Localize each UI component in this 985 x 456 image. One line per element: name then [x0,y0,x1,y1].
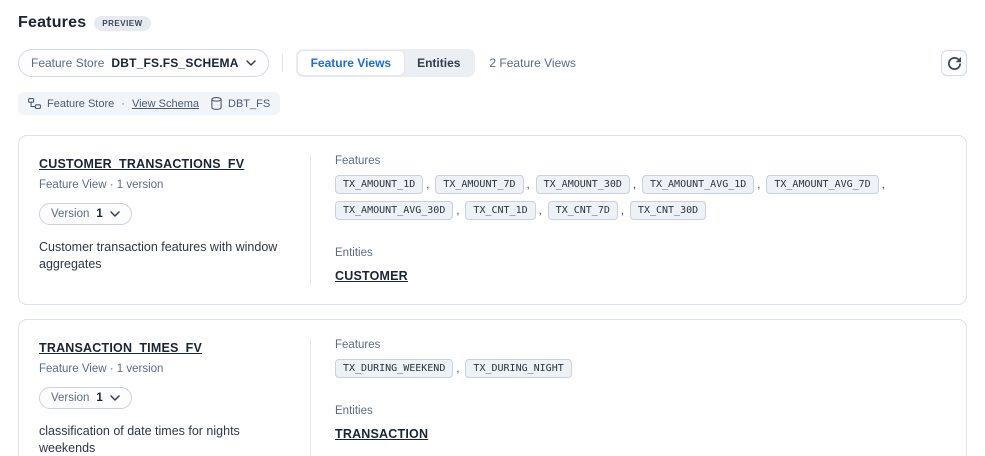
feature-chip: TX_AMOUNT_AVG_30D [335,201,453,220]
breadcrumb: Feature Store · View Schema DBT_FS [18,92,280,115]
entity-link[interactable]: CUSTOMER [335,269,408,283]
feature-chip: TX_CNT_1D [465,201,535,220]
chip-separator: , [539,205,542,217]
preview-badge: PREVIEW [94,16,150,31]
feature-chip: TX_CNT_7D [548,201,618,220]
entities-list: TRANSACTION [335,425,942,443]
entity-link[interactable]: TRANSACTION [335,427,428,441]
tab-feature-views[interactable]: Feature Views [298,51,404,75]
feature-chip: TX_AMOUNT_7D [435,175,523,194]
chip-separator: , [633,179,636,191]
card-detail-column: Features TX_DURING_WEEKEND, TX_DURING_NIG… [311,339,966,456]
feature-view-title-link[interactable]: CUSTOMER_TRANSACTIONS_FV [39,157,244,171]
feature-chip: TX_AMOUNT_AVG_1D [642,175,754,194]
features-chip-list: TX_DURING_WEEKEND, TX_DURING_NIGHT [335,359,942,378]
breadcrumb-separator: · [121,98,125,110]
feature-chip: TX_CNT_30D [630,201,706,220]
feature-chip: TX_AMOUNT_1D [335,175,423,194]
feature-chip: TX_AMOUNT_AVG_7D [766,175,878,194]
toolbar: Feature Store DBT_FS.FS_SCHEMA Feature V… [18,49,967,77]
feature-store-label: Feature Store [31,56,104,70]
feature-store-value: DBT_FS.FS_SCHEMA [111,56,238,70]
chip-separator: , [621,205,624,217]
breadcrumb-row: Feature Store · View Schema DBT_FS [18,92,967,115]
chevron-down-icon [110,395,120,401]
entities-section-label: Entities [335,247,942,259]
version-value: 1 [96,392,102,404]
feature-view-meta: Feature View · 1 version [39,179,290,191]
version-select[interactable]: Version 1 [39,203,132,225]
version-select[interactable]: Version 1 [39,387,132,409]
feature-view-card: TRANSACTION_TIMES_FV Feature View · 1 ve… [18,319,967,456]
toolbar-divider [282,54,283,72]
database-icon [211,97,222,110]
chevron-down-icon [110,211,120,217]
view-tabs: Feature ViewsEntities [296,49,476,77]
feature-chip: TX_DURING_WEEKEND [335,359,453,378]
chip-separator: , [882,179,885,191]
feature-view-meta: Feature View · 1 version [39,363,290,375]
version-label: Version [51,208,89,220]
chevron-down-icon [246,60,256,66]
tab-entities[interactable]: Entities [404,51,473,75]
feature-chip: TX_DURING_NIGHT [465,359,571,378]
view-schema-link[interactable]: View Schema [132,98,199,110]
feature-view-cards: CUSTOMER_TRANSACTIONS_FV Feature View · … [18,135,967,456]
breadcrumb-database-name: DBT_FS [228,98,270,110]
card-summary-column: CUSTOMER_TRANSACTIONS_FV Feature View · … [19,155,311,285]
feature-store-select[interactable]: Feature Store DBT_FS.FS_SCHEMA [18,49,269,77]
entities-section-label: Entities [335,405,942,417]
card-summary-column: TRANSACTION_TIMES_FV Feature View · 1 ve… [19,339,311,456]
features-section-label: Features [335,339,942,351]
feature-view-card: CUSTOMER_TRANSACTIONS_FV Feature View · … [18,135,967,305]
card-detail-column: Features TX_AMOUNT_1D,TX_AMOUNT_7D,TX_AM… [311,155,966,285]
page-title: Features [18,14,86,32]
refresh-button[interactable] [941,50,967,76]
features-section-label: Features [335,155,942,167]
breadcrumb-store-label: Feature Store [47,98,114,110]
version-label: Version [51,392,89,404]
feature-chip: TX_AMOUNT_30D [536,175,630,194]
version-value: 1 [96,208,102,220]
entities-list: CUSTOMER [335,267,942,285]
chip-separator: , [527,179,530,191]
chip-separator: , [426,179,429,191]
feature-view-title-link[interactable]: TRANSACTION_TIMES_FV [39,341,202,355]
feature-views-count: 2 Feature Views [489,56,576,70]
refresh-icon [948,57,961,70]
feature-view-description: Customer transaction features with windo… [39,239,290,273]
chip-separator: , [757,179,760,191]
chip-separator: , [456,205,459,217]
feature-view-description: classification of date times for nights … [39,423,290,456]
chip-separator: , [456,363,459,375]
features-chip-list: TX_AMOUNT_1D,TX_AMOUNT_7D,TX_AMOUNT_30D,… [335,175,942,220]
schema-icon [28,98,41,109]
title-row: Features PREVIEW [18,14,967,32]
features-page: Features PREVIEW Feature Store DBT_FS.FS… [0,0,985,456]
